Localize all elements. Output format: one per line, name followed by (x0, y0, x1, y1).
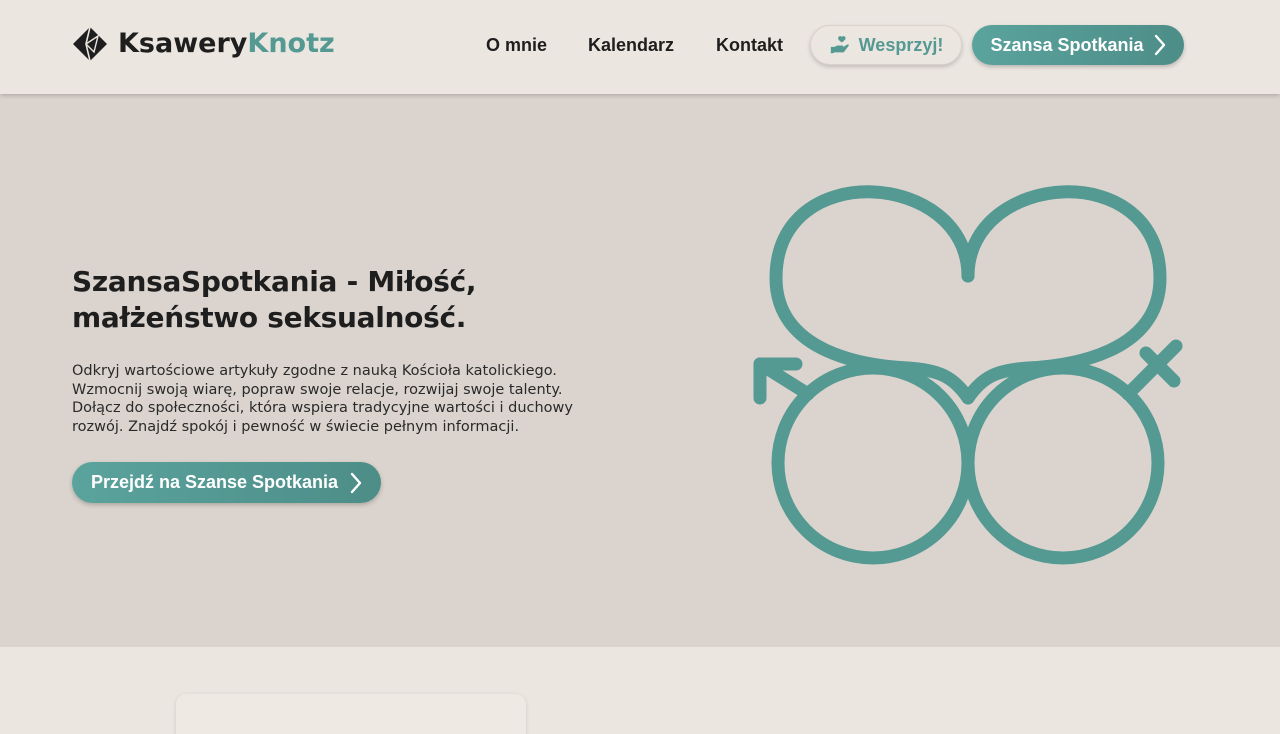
szansa-spotkania-button-label: Szansa Spotkania (990, 34, 1144, 55)
chevron-right-icon (350, 472, 362, 493)
chevron-right-icon (1154, 34, 1165, 56)
nav-link-contact[interactable]: Kontakt (716, 33, 783, 57)
logo-text-first: Ksawery (118, 28, 248, 59)
logo-text-second: Knotz (247, 28, 335, 59)
nav-link-about[interactable]: O mnie (486, 33, 547, 57)
hero-title: SzansaSpotkania - Miłość, małżeństwo sek… (72, 265, 477, 334)
go-to-szanse-spotkania-button[interactable]: Przejdź na Szanse Spotkania (72, 462, 381, 503)
support-button-label: Wesprzyj! (858, 34, 944, 55)
szansa-spotkania-button[interactable]: Szansa Spotkania (972, 25, 1184, 65)
logo-text: KsaweryKnotz (118, 26, 335, 62)
heart-gender-symbols-icon (753, 185, 1183, 565)
content-card (176, 694, 526, 734)
hero-section: SzansaSpotkania - Miłość, małżeństwo sek… (0, 94, 1280, 647)
site-logo[interactable]: KsaweryKnotz (72, 26, 335, 62)
support-button[interactable]: Wesprzyj! (810, 25, 962, 65)
nav-link-calendar[interactable]: Kalendarz (588, 33, 674, 57)
heart-hand-icon (830, 36, 849, 54)
hero-description: Odkryj wartościowe artykuły zgodne z nau… (72, 363, 573, 435)
logo-icon (73, 26, 107, 62)
site-header: KsaweryKnotz O mnie Kalendarz Kontakt We… (0, 0, 1280, 94)
hero-button-label: Przejdź na Szanse Spotkania (90, 472, 339, 492)
